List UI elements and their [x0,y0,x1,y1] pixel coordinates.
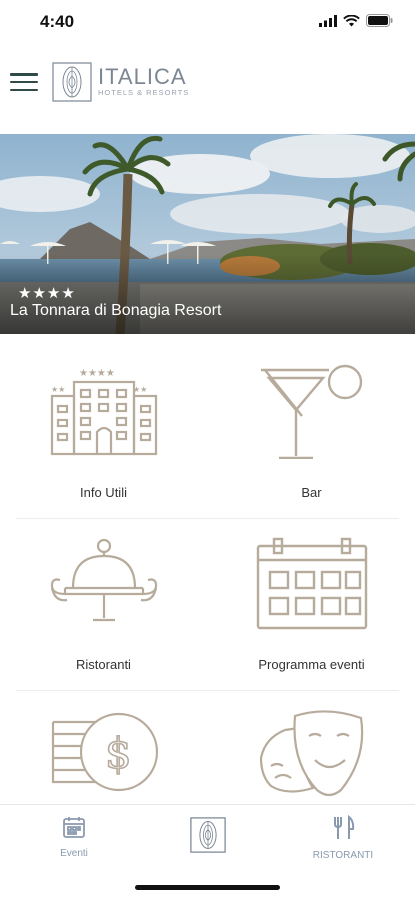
calendar-icon [256,537,367,630]
tile-label: Ristoranti [76,657,131,672]
home-indicator[interactable] [135,885,280,890]
hero-star-rating: ★★★★ [18,285,76,302]
hotel-building-icon: ★★★★ ★★ ★★ [50,368,157,456]
hero-title: La Tonnara di Bonagia Resort [10,302,222,319]
brand-name: ITALICA [98,64,187,89]
calendar-icon [63,817,85,838]
brand-logo: ITALICA HOTELS & RESORTS [52,62,189,102]
svg-text:★★: ★★ [51,385,65,394]
menu-line-icon [10,73,38,76]
hero-banner[interactable]: ★★★★ La Tonnara di Bonagia Resort [0,134,415,334]
nav-label: RISTORANTI [312,850,374,861]
tile-programma-eventi[interactable]: Programma eventi [208,506,415,678]
nav-label: Eventi [60,848,88,859]
fork-knife-icon [334,814,355,839]
svg-text:$: $ [105,729,132,778]
signal-icon [319,14,337,27]
battery-icon [366,14,393,27]
tile-bar[interactable]: Bar [208,334,415,506]
status-bar: 4:40 [0,0,415,44]
menu-grid: ★★★★ ★★ ★★ Info Utili Bar Ristoranti Pro… [0,334,415,804]
tile-label: Info Utili [80,485,127,500]
menu-line-icon [10,80,38,84]
theater-masks-icon [259,710,363,797]
cloche-icon [50,538,157,622]
coins-dollar-icon: $ [51,712,158,792]
status-icons [319,14,393,27]
menu-line-icon [10,88,38,91]
nav-tab-home[interactable] [189,817,227,862]
brand-subtitle: HOTELS & RESORTS [98,88,190,97]
svg-text:★★★★: ★★★★ [79,368,115,379]
tile-label: Programma eventi [258,657,365,672]
hamburger-menu-button[interactable] [10,70,38,94]
nav-tab-ristoranti[interactable]: RISTORANTI [303,814,383,861]
tile-intrattenimento[interactable] [208,678,415,804]
wifi-icon [343,14,360,26]
italica-logo-icon [52,62,92,102]
status-time: 4:40 [40,12,75,31]
tile-prezzi[interactable]: $ [0,678,207,804]
italica-logo-icon [190,817,226,853]
tile-label: Bar [301,485,322,500]
tile-ristoranti[interactable]: Ristoranti [0,506,207,678]
tile-info-utili[interactable]: ★★★★ ★★ ★★ Info Utili [0,334,207,506]
bottom-nav: Eventi RISTORANTI [0,804,415,866]
nav-tab-eventi[interactable]: Eventi [44,815,104,859]
app-header: ITALICA HOTELS & RESORTS [0,44,415,134]
cocktail-glass-icon [260,364,362,459]
svg-text:★★: ★★ [133,385,147,394]
